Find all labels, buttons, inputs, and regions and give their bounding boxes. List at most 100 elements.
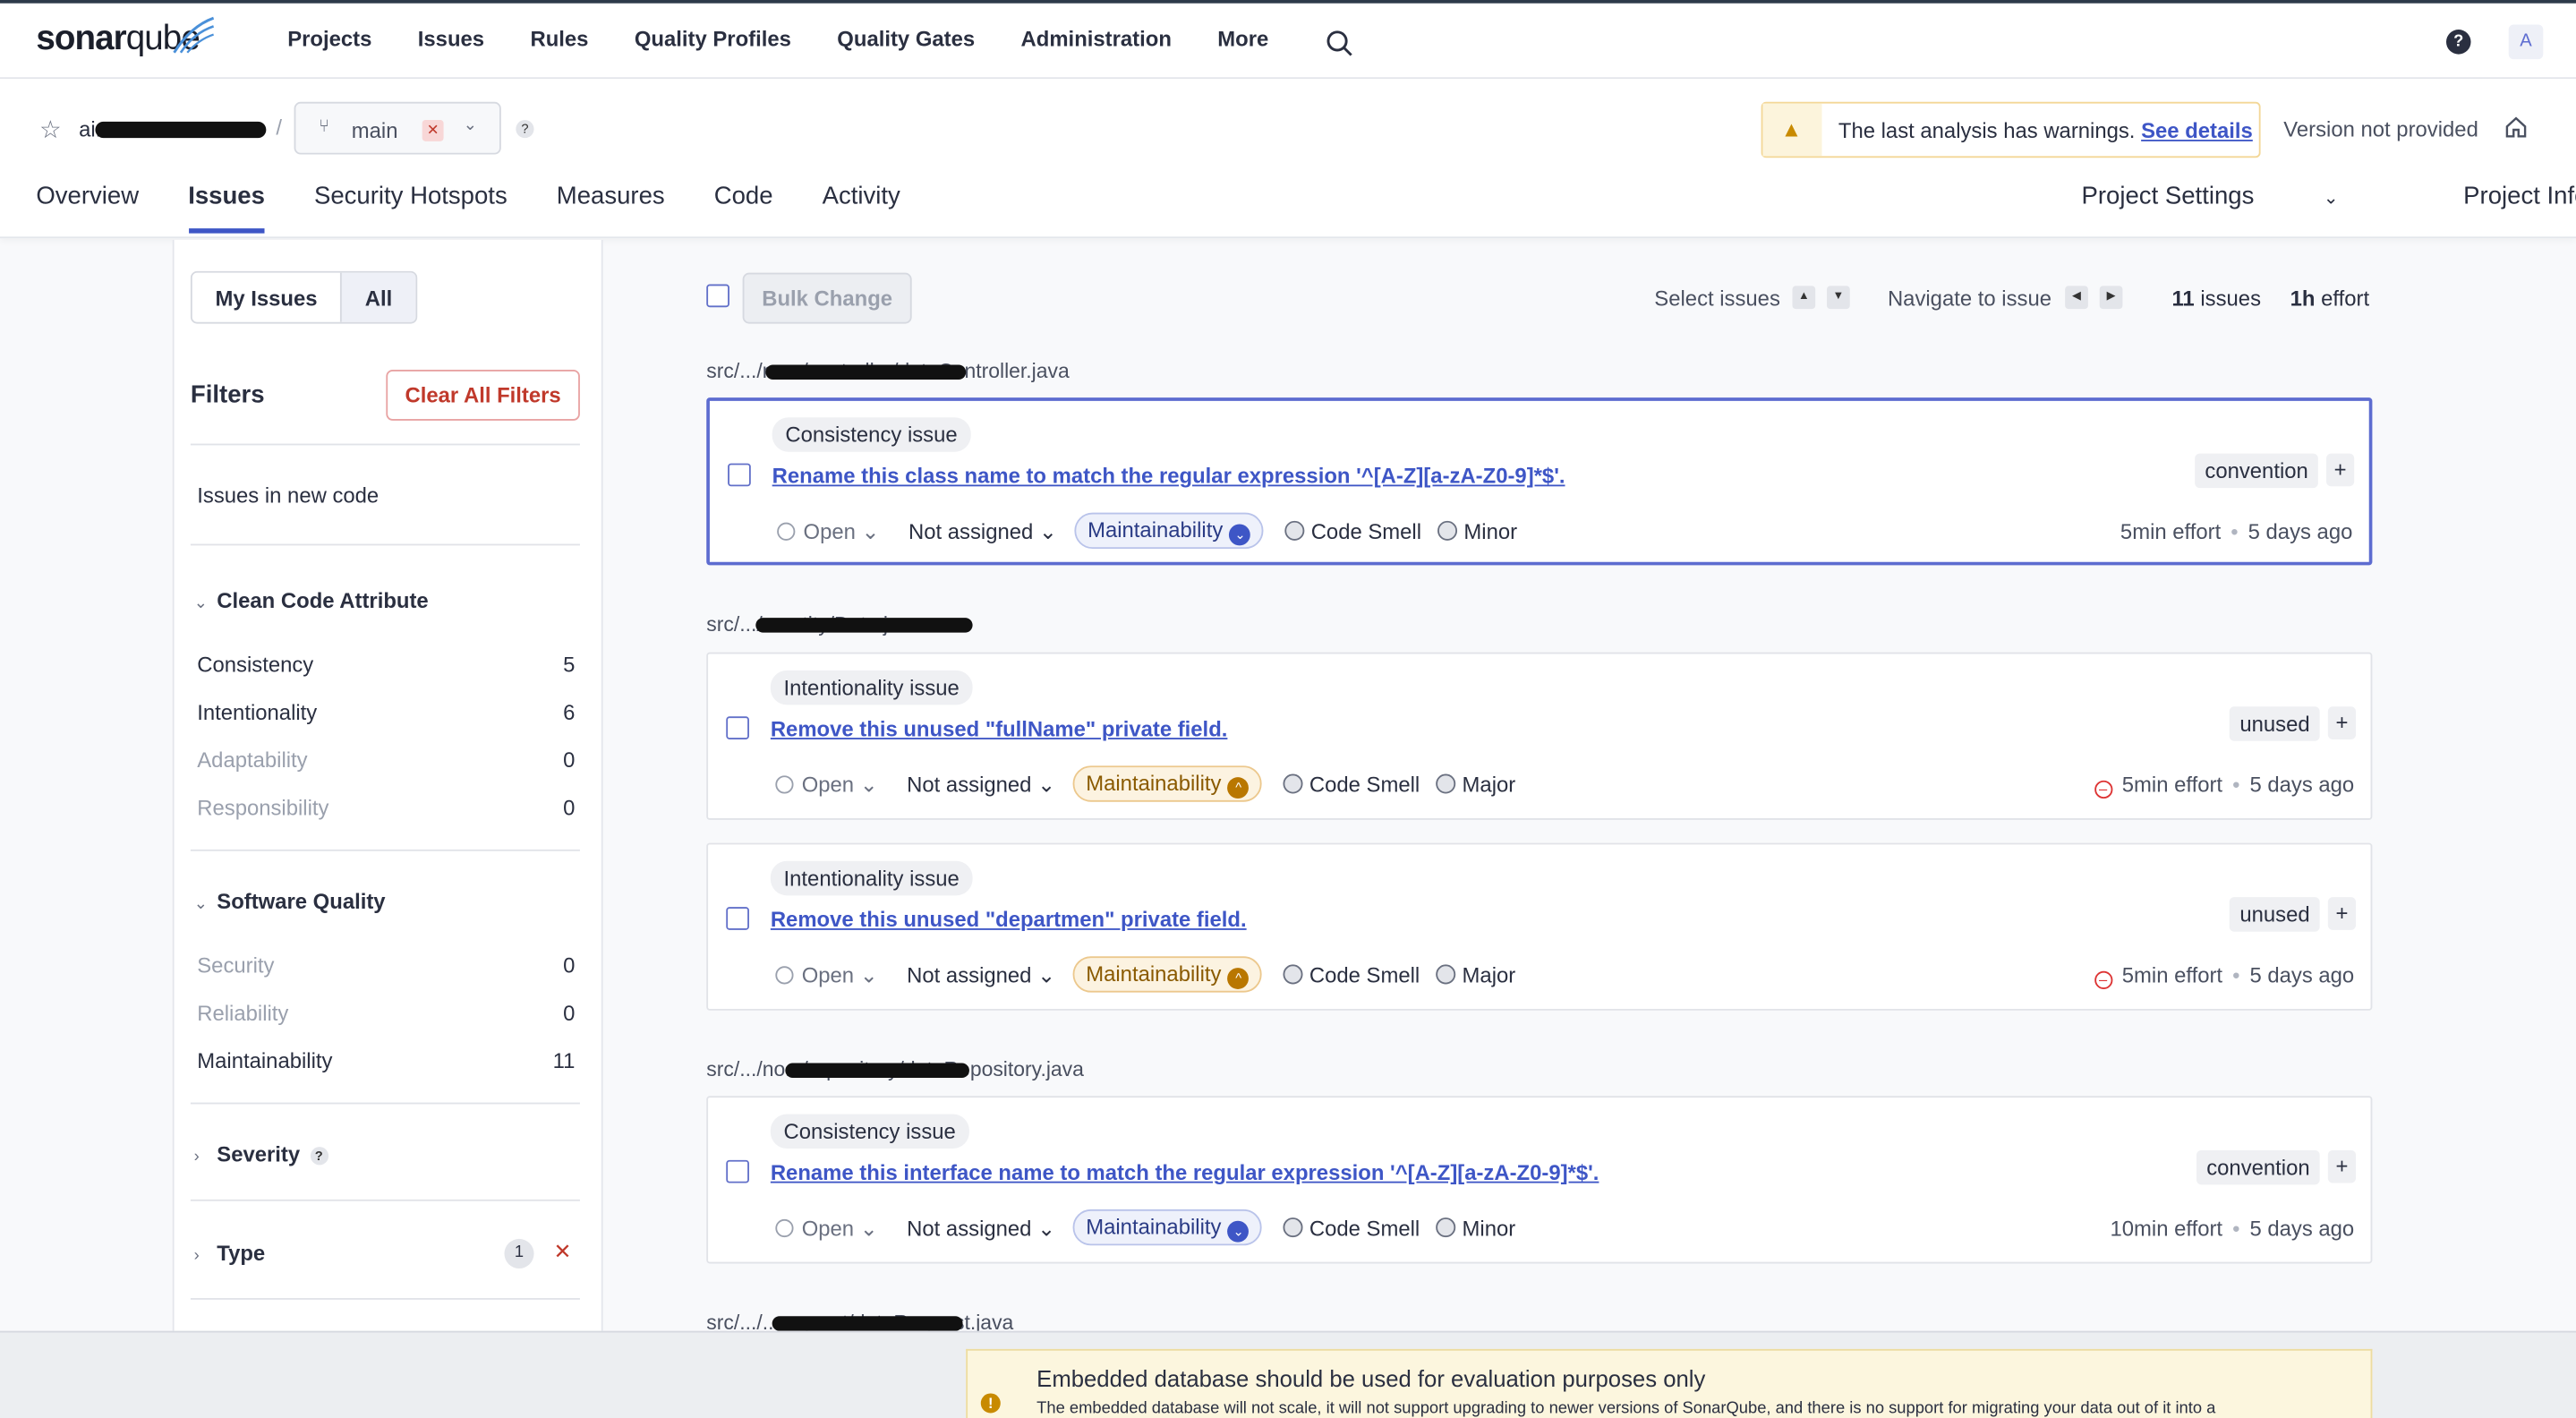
- type-facet-header[interactable]: › Type: [194, 1241, 266, 1266]
- issue-type: Code Smell: [1284, 519, 1421, 544]
- facet-consistency[interactable]: Consistency 5: [197, 653, 575, 678]
- issue-message-link[interactable]: Remove this unused "fullName" private fi…: [771, 716, 1228, 741]
- branch-help-icon[interactable]: ?: [516, 119, 534, 139]
- tab-project-information[interactable]: Project Information: [2463, 183, 2576, 210]
- avatar[interactable]: A: [2508, 24, 2544, 60]
- issue-tag[interactable]: unused: [2230, 897, 2320, 932]
- facet-adaptability[interactable]: Adaptability 0: [197, 747, 575, 773]
- issue-severity: Minor: [1436, 1216, 1515, 1241]
- facet-security[interactable]: Security 0: [197, 953, 575, 978]
- software-quality-chip[interactable]: Maintainability ⌄: [1072, 1209, 1263, 1246]
- all-issues-button[interactable]: All: [340, 272, 415, 322]
- issue-message-link[interactable]: Remove this unused "departmen" private f…: [771, 907, 1247, 932]
- facet-maintainability[interactable]: Maintainability 11: [197, 1048, 575, 1073]
- nav-more[interactable]: More: [1217, 26, 1268, 51]
- not-in-new-code-icon: –: [2094, 780, 2112, 799]
- add-tag-button[interactable]: +: [2326, 453, 2355, 487]
- clear-type-filter-icon[interactable]: ✕: [554, 1239, 572, 1265]
- tab-issues[interactable]: Issues: [188, 183, 265, 234]
- facet-responsibility[interactable]: Responsibility 0: [197, 795, 575, 820]
- navigate-to-issue-label: Navigate to issue: [1887, 286, 2052, 311]
- select-all-checkbox[interactable]: [706, 284, 729, 308]
- nav-issues[interactable]: Issues: [418, 26, 484, 51]
- type-filter-count-badge: 1: [504, 1238, 534, 1269]
- clean-code-attribute-facet-header[interactable]: ⌄ Clean Code Attribute: [194, 588, 429, 613]
- project-header: ☆ ai.e...o / ⑂ main ✕ ⌄ ? ▲ The last ana…: [0, 79, 2576, 239]
- embedded-db-warning-title: Embedded database should be used for eva…: [1036, 1365, 1706, 1392]
- divider: [190, 1199, 580, 1201]
- my-issues-button[interactable]: My Issues: [192, 273, 340, 322]
- software-quality-chip[interactable]: Maintainability ^: [1072, 765, 1263, 802]
- tab-project-settings[interactable]: Project Settings ⌄: [2082, 183, 2401, 210]
- software-quality-facet-header[interactable]: ⌄ Software Quality: [194, 889, 386, 914]
- nav-rules[interactable]: Rules: [530, 26, 588, 51]
- issues-in-new-code-toggle[interactable]: Issues in new code: [197, 483, 379, 508]
- tab-security-hotspots[interactable]: Security Hotspots: [314, 183, 508, 234]
- issue-checkbox[interactable]: [726, 1159, 749, 1183]
- tab-overview[interactable]: Overview: [36, 183, 139, 234]
- help-icon[interactable]: ?: [2445, 30, 2471, 55]
- assignee-dropdown[interactable]: Not assigned ⌄: [907, 1216, 1055, 1242]
- add-tag-button[interactable]: +: [2327, 706, 2357, 739]
- issue-tag[interactable]: unused: [2230, 706, 2320, 741]
- issue-status-dropdown[interactable]: Open ⌄: [775, 963, 878, 989]
- breadcrumb-separator: /: [276, 115, 283, 141]
- not-in-new-code-icon: –: [2094, 970, 2112, 989]
- embedded-db-warning-text: The embedded database will not scale, it…: [1036, 1399, 2216, 1418]
- home-icon[interactable]: [2503, 115, 2529, 140]
- nav-quality-profiles[interactable]: Quality Profiles: [635, 26, 791, 51]
- bulk-change-button[interactable]: Bulk Change: [742, 272, 912, 324]
- favorite-star-icon[interactable]: ☆: [39, 115, 62, 144]
- severity-help-icon[interactable]: ?: [310, 1147, 328, 1166]
- clear-all-filters-button[interactable]: Clear All Filters: [386, 369, 580, 421]
- software-quality-chip[interactable]: Maintainability ^: [1072, 956, 1263, 993]
- issue-message-link[interactable]: Rename this class name to match the regu…: [772, 464, 1565, 489]
- tab-activity[interactable]: Activity: [823, 183, 900, 234]
- code-smell-icon: [1283, 1217, 1303, 1238]
- project-tabs: Overview Issues Security Hotspots Measur…: [36, 183, 950, 234]
- issue-checkbox[interactable]: [726, 907, 749, 930]
- issue-card[interactable]: Intentionality issue Remove this unused …: [706, 652, 2373, 820]
- analysis-warning-banner: ▲ The last analysis has warnings. See de…: [1761, 101, 2261, 158]
- tab-measures[interactable]: Measures: [557, 183, 665, 234]
- nav-projects[interactable]: Projects: [287, 26, 371, 51]
- assignee-dropdown[interactable]: Not assigned ⌄: [907, 773, 1055, 799]
- search-icon[interactable]: [1326, 30, 1353, 57]
- nav-quality-gates[interactable]: Quality Gates: [837, 26, 975, 51]
- issue-card[interactable]: Consistency issue Rename this class name…: [706, 397, 2373, 566]
- impact-low-icon: ⌄: [1227, 1220, 1250, 1243]
- add-tag-button[interactable]: +: [2327, 897, 2357, 930]
- add-tag-button[interactable]: +: [2327, 1149, 2357, 1183]
- nav-administration[interactable]: Administration: [1021, 26, 1172, 51]
- branch-icon: ⑂: [319, 116, 330, 137]
- assignee-dropdown[interactable]: Not assigned ⌄: [907, 963, 1055, 989]
- branch-selector[interactable]: ⑂ main ✕ ⌄: [294, 101, 501, 155]
- see-details-link[interactable]: See details: [2141, 118, 2253, 143]
- issue-card[interactable]: Intentionality issue Remove this unused …: [706, 842, 2373, 1011]
- issue-card[interactable]: Consistency issue Rename this interface …: [706, 1096, 2373, 1264]
- issue-checkbox[interactable]: [728, 463, 751, 487]
- issue-tag[interactable]: convention: [2195, 453, 2318, 489]
- version-label: Version not provided: [2283, 116, 2478, 141]
- arrow-up-key-icon: ▲: [1792, 286, 1816, 310]
- issue-checkbox[interactable]: [726, 716, 749, 739]
- impact-medium-icon: ^: [1227, 777, 1250, 799]
- total-effort: 1h effort: [2290, 286, 2370, 311]
- chevron-down-icon: ⌄: [2323, 189, 2339, 209]
- issue-message-link[interactable]: Rename this interface name to match the …: [771, 1160, 1599, 1185]
- tab-code[interactable]: Code: [714, 183, 773, 234]
- issue-tag[interactable]: convention: [2196, 1149, 2320, 1185]
- issue-type: Code Smell: [1283, 963, 1420, 987]
- severity-facet-header[interactable]: › Severity?: [194, 1142, 328, 1166]
- filters-title: Filters: [190, 380, 265, 410]
- issue-status-dropdown[interactable]: Open ⌄: [775, 773, 878, 799]
- assignee-dropdown[interactable]: Not assigned ⌄: [908, 519, 1057, 545]
- top-navbar: sonarqube Projects Issues Rules Quality …: [0, 0, 2576, 80]
- facet-reliability[interactable]: Reliability 0: [197, 1001, 575, 1026]
- software-quality-chip[interactable]: Maintainability ⌄: [1074, 512, 1265, 550]
- facet-intentionality[interactable]: Intentionality 6: [197, 700, 575, 725]
- issue-status-dropdown[interactable]: Open ⌄: [775, 1216, 878, 1242]
- clean-code-attribute-chip: Intentionality issue: [770, 670, 973, 705]
- issue-status-dropdown[interactable]: Open ⌄: [777, 519, 880, 545]
- code-smell-icon: [1283, 773, 1303, 794]
